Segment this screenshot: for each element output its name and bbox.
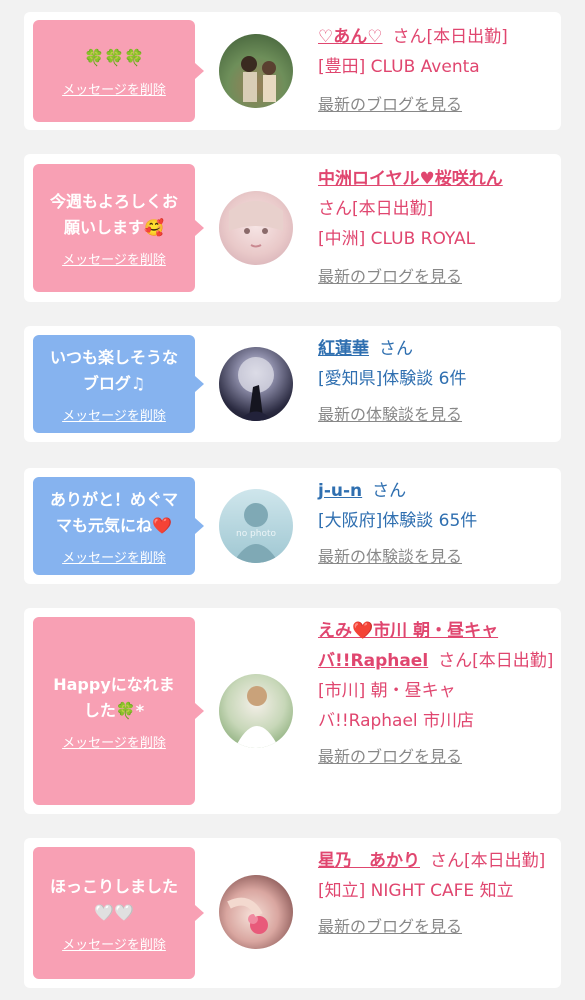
profile-name-link[interactable]: 中洲ロイヤル♥桜咲れん — [318, 164, 554, 194]
name-suffix: さん[本日出勤] — [438, 651, 554, 671]
moon-silhouette-photo-icon — [238, 357, 274, 421]
girl-portrait-photo-icon — [229, 201, 283, 248]
review-info: [大阪府]体験談 65件 — [318, 511, 478, 531]
message-card: 🍀🍀🍀 メッセージを削除 ♡あん♡ さん[本日出勤] [豊田] CLUB Aven… — [24, 12, 561, 130]
message-bubble: いつも楽しそうな ブログ♫ メッセージを削除 — [33, 335, 204, 433]
message-text: ほっこりしました 🤍🤍 — [49, 876, 178, 922]
message-bubble: 今週もよろしくお 願いします🥰 メッセージを削除 — [33, 164, 204, 292]
latest-blog-link[interactable]: 最新のブログを見る — [318, 917, 462, 936]
delete-message-link[interactable]: メッセージを削除 — [62, 79, 166, 98]
avatar[interactable] — [219, 34, 293, 108]
latest-blog-link[interactable]: 最新のブログを見る — [318, 747, 462, 766]
profile-info: j-u-n さん [大阪府]体験談 65件 最新の体験談を見る — [318, 476, 554, 572]
message-bubble: ありがと！めぐマ マも元気にね❤️ メッセージを削除 — [33, 477, 204, 575]
no-photo-placeholder-icon — [233, 503, 279, 563]
name-suffix: さん[本日出勤] — [392, 27, 508, 47]
message-card: いつも楽しそうな ブログ♫ メッセージを削除 紅蓮華 さん [愛知県]体験談 6件… — [24, 326, 561, 442]
name-suffix: さん — [379, 339, 413, 359]
name-suffix: さん — [372, 481, 407, 501]
no-photo-label: no photo — [235, 529, 277, 539]
woman-white-top-photo-icon — [235, 686, 279, 748]
shop-info: [中洲] CLUB ROYAL — [318, 229, 476, 249]
message-card: ありがと！めぐマ マも元気にね❤️ メッセージを削除 no photo j-u-… — [24, 468, 561, 584]
profile-name-link[interactable]: 紅蓮華 — [318, 339, 369, 359]
flower-hands-photo-icon — [227, 897, 268, 934]
profile-info: ♡あん♡ さん[本日出勤] [豊田] CLUB Aventa 最新のブログを見る — [318, 22, 554, 120]
message-text: 🍀🍀🍀 — [84, 47, 144, 67]
shop-info: [知立] NIGHT CAFE 知立 — [318, 881, 514, 901]
message-text: 今週もよろしくお 願いします🥰 — [49, 191, 178, 237]
message-card: ほっこりしました 🤍🤍 メッセージを削除 星乃 あかり さん[本日出勤] [知立]… — [24, 838, 561, 988]
shop-info: [豊田] CLUB Aventa — [318, 57, 480, 77]
profile-name-link[interactable]: 星乃 あかり — [318, 851, 420, 871]
profile-name-link[interactable]: j-u-n — [318, 481, 362, 501]
message-bubble: 🍀🍀🍀 メッセージを削除 — [33, 20, 204, 122]
name-suffix: さん[本日出勤] — [430, 851, 546, 871]
latest-blog-link[interactable]: 最新のブログを見る — [318, 267, 462, 286]
profile-name-link[interactable]: ♡あん♡ — [318, 27, 382, 47]
latest-review-link[interactable]: 最新の体験談を見る — [318, 547, 462, 566]
avatar[interactable] — [219, 347, 293, 421]
delete-message-link[interactable]: メッセージを削除 — [62, 405, 166, 424]
message-text: Happyになれま した🍀* — [53, 674, 175, 720]
message-text: ありがと！めぐマ マも元気にね❤️ — [49, 489, 178, 535]
name-suffix: さん[本日出勤] — [318, 199, 434, 219]
delete-message-link[interactable]: メッセージを削除 — [62, 732, 166, 751]
message-card: Happyになれま した🍀* メッセージを削除 えみ❤️市川 朝・昼キャバ!!R… — [24, 608, 561, 814]
profile-info: えみ❤️市川 朝・昼キャバ!!Raphael さん[本日出勤] [市川] 朝・昼キ… — [318, 616, 554, 772]
avatar[interactable] — [219, 674, 293, 748]
shop-info: [市川] 朝・昼キャバ!!Raphael 市川店 — [318, 681, 475, 731]
profile-info: 紅蓮華 さん [愛知県]体験談 6件 最新の体験談を見る — [318, 334, 554, 430]
profile-info: 中洲ロイヤル♥桜咲れん さん[本日出勤] [中洲] CLUB ROYAL 最新の… — [318, 164, 554, 292]
avatar[interactable] — [219, 875, 293, 949]
review-info: [愛知県]体験談 6件 — [318, 369, 467, 389]
message-text: いつも楽しそうな ブログ♫ — [49, 347, 178, 393]
latest-review-link[interactable]: 最新の体験談を見る — [318, 405, 462, 424]
delete-message-link[interactable]: メッセージを削除 — [62, 249, 166, 268]
woman-kimono-photo-icon — [241, 56, 276, 102]
delete-message-link[interactable]: メッセージを削除 — [62, 934, 166, 953]
profile-info: 星乃 あかり さん[本日出勤] [知立] NIGHT CAFE 知立 最新のブログ… — [318, 846, 554, 942]
latest-blog-link[interactable]: 最新のブログを見る — [318, 95, 462, 114]
message-bubble: ほっこりしました 🤍🤍 メッセージを削除 — [33, 847, 204, 979]
delete-message-link[interactable]: メッセージを削除 — [62, 547, 166, 566]
message-card: 今週もよろしくお 願いします🥰 メッセージを削除 中洲ロイヤル♥桜咲れん さん[… — [24, 154, 561, 302]
message-bubble: Happyになれま した🍀* メッセージを削除 — [33, 617, 204, 805]
avatar[interactable]: no photo — [219, 489, 293, 563]
avatar[interactable] — [219, 191, 293, 265]
